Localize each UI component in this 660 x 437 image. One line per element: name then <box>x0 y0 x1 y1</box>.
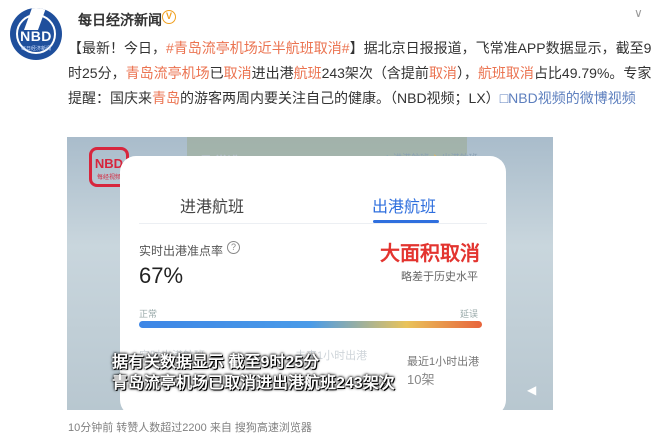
highlight-1: 青岛流亭机场 <box>125 65 210 81</box>
video-caption: 据有关数据显示 截至9时25分 青岛流亭机场已取消进出港航班243架次 <box>112 352 432 394</box>
account-name[interactable]: 每日经济新闻 <box>78 10 162 30</box>
chevron-down-icon[interactable]: ∨ <box>634 6 648 20</box>
avatar-logo-text: NBD <box>20 28 52 44</box>
video-link[interactable]: NBD视频的微博视频 <box>508 90 636 106</box>
post-text-4: 243架次（含提前 <box>321 65 429 81</box>
video-player[interactable]: NBD 每经视频 VariFlight 飞常准 ➔ 进港航班 ✈ 出港航班 进港… <box>67 137 553 410</box>
punctuality-bar <box>139 321 482 328</box>
volume-icon[interactable]: ◀ <box>527 383 541 397</box>
post-text: 【最新！今日，#青岛流亭机场近半航班取消#】据北京日报报道，飞常准APP数据显示… <box>68 36 652 111</box>
help-icon: ? <box>227 241 240 254</box>
rate-label: 实时出港准点率 <box>139 244 224 258</box>
highlight-4: 取消 <box>428 65 457 81</box>
bar-label-normal: 正常 <box>139 309 158 319</box>
caption-line-1: 据有关数据显示 截至9时25分 <box>112 354 320 371</box>
hashtag-link[interactable]: #青岛流亭机场近半航班取消# <box>166 40 350 56</box>
highlight-2: 取消 <box>223 65 252 81</box>
post-text-5: ）， <box>456 65 478 81</box>
post-text-7: 的游客两周内要关注自己的健康。（NBD视频；LX） <box>180 90 500 106</box>
video-link-icon: □ <box>499 90 509 106</box>
post-text-2: 已 <box>209 65 224 81</box>
highlight-5: 航班取消 <box>477 65 534 81</box>
rate-value: 67% <box>139 263 184 288</box>
post-prefix: 【最新！今日， <box>68 40 166 56</box>
bar-label-delay: 延误 <box>460 309 479 319</box>
verified-icon: V <box>162 10 176 24</box>
status-sub: 略差于历史水平 <box>401 271 478 283</box>
tab-underline <box>373 220 439 223</box>
tab-departures: 出港航班 <box>372 199 437 216</box>
post-footer: 10分钟前 转赞人数超过2200 来自 搜狗高速浏览器 <box>68 422 312 434</box>
highlight-3: 航班 <box>293 65 322 81</box>
avatar[interactable]: NBD 每日经济新闻 <box>10 8 62 60</box>
tab-arrivals: 进港航班 <box>180 199 245 216</box>
status-label: 大面积取消 <box>380 243 480 265</box>
highlight-6: 青岛 <box>152 90 180 106</box>
caption-line-2: 青岛流亭机场已取消进出港航班243架次 <box>112 375 395 392</box>
avatar-logo-sub: 每日经济新闻 <box>20 46 51 52</box>
post-text-3: 进出港 <box>251 65 294 81</box>
tab-divider <box>139 223 487 224</box>
